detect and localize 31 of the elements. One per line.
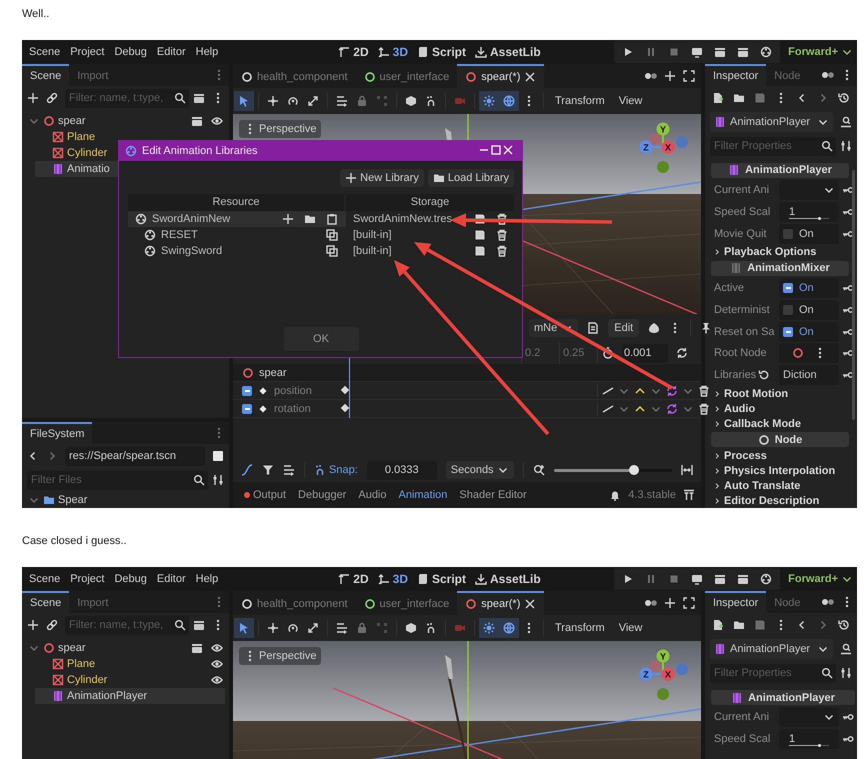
property-label: Active xyxy=(714,282,744,294)
section-title: Node xyxy=(774,434,802,446)
section-title: AnimationMixer xyxy=(747,262,830,274)
property-label: Speed Scal xyxy=(714,733,770,745)
property-label: Reset on Sa xyxy=(714,326,775,338)
property-label: Determinist xyxy=(714,304,770,316)
resource-name: SwingSword xyxy=(161,245,222,257)
number-value: 1 xyxy=(789,206,796,218)
track-label: spear xyxy=(259,366,287,378)
storage-path: [built-in] xyxy=(353,229,392,241)
track-label: rotation xyxy=(274,402,311,414)
property-label: Movie Quit xyxy=(714,228,767,240)
post-text: Case closed i guess.. xyxy=(22,534,128,548)
storage-path: SwordAnimNew.tres xyxy=(353,213,452,225)
post-text: Well.. xyxy=(22,7,50,21)
property-label: Libraries xyxy=(714,369,756,382)
column-header: Storage xyxy=(346,194,514,211)
track-label: position xyxy=(274,384,312,396)
storage-path: [built-in] xyxy=(353,245,392,257)
resource-name: RESET xyxy=(161,229,198,241)
resource-name: SwordAnimNew xyxy=(152,213,230,225)
property-label: Current Ani xyxy=(714,711,770,723)
number-value: 1 xyxy=(789,733,796,745)
section-title: AnimationPlayer xyxy=(745,164,832,176)
dialog-title: Edit Animation Libraries xyxy=(142,145,258,157)
property-label: Root Node xyxy=(714,347,767,360)
version-label: 4.3.stable xyxy=(628,489,676,501)
property-label: Current Ani xyxy=(714,184,770,196)
section-title: AnimationPlayer xyxy=(748,692,835,704)
property-label: Speed Scal xyxy=(714,206,770,218)
column-header: Resource xyxy=(128,194,344,211)
